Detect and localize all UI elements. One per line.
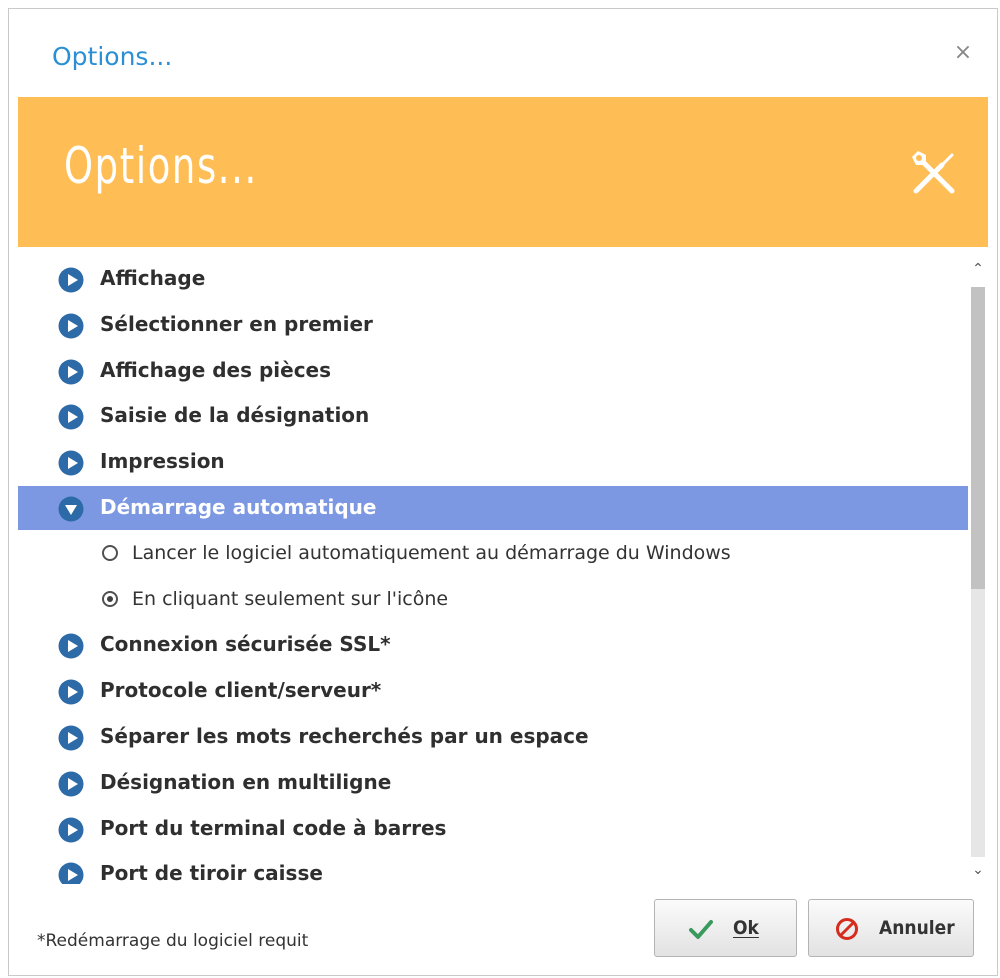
radio-option[interactable]: Lancer le logiciel automatiquement au dé… <box>18 532 968 576</box>
scroll-down-arrow-icon[interactable]: ⌄ <box>968 858 988 882</box>
cancel-button[interactable]: Annuler <box>808 899 974 957</box>
option-label: Démarrage automatique <box>100 495 377 519</box>
scroll-up-arrow-icon[interactable]: ⌃ <box>968 257 988 281</box>
collapsed-arrow-icon[interactable] <box>58 725 84 751</box>
option-label: Saisie de la désignation <box>100 403 370 428</box>
ok-button[interactable]: Ok <box>654 899 797 957</box>
radio-button[interactable] <box>102 544 118 561</box>
option-label: Affichage <box>100 266 206 290</box>
header-banner: Options... <box>18 97 988 247</box>
option-row[interactable]: Protocole client/serveur* <box>18 669 968 713</box>
radio-option[interactable]: En cliquant seulement sur l'icône <box>18 578 968 622</box>
option-row[interactable]: Séparer les mots recherchés par un espac… <box>18 715 968 759</box>
option-row[interactable]: Port de tiroir caisse <box>18 852 968 884</box>
close-button[interactable]: × <box>949 39 977 67</box>
tools-icon <box>912 151 955 194</box>
option-label: Impression <box>100 449 225 474</box>
option-row[interactable]: Sélectionner en premier <box>18 303 968 347</box>
option-label: Protocole client/serveur* <box>100 678 382 703</box>
option-row[interactable]: Désignation en multiligne <box>18 761 968 805</box>
collapsed-arrow-icon[interactable] <box>58 359 84 385</box>
option-row[interactable]: Affichage <box>18 257 968 301</box>
option-label: Port de tiroir caisse <box>100 861 323 884</box>
collapsed-arrow-icon[interactable] <box>58 267 84 293</box>
ok-button-label: Ok <box>733 917 759 939</box>
collapsed-arrow-icon[interactable] <box>58 771 84 797</box>
radio-button[interactable] <box>102 590 118 607</box>
radio-label: En cliquant seulement sur l'icône <box>132 587 449 610</box>
collapsed-arrow-icon[interactable] <box>58 862 84 884</box>
collapsed-arrow-icon[interactable] <box>58 313 84 339</box>
option-label: Port du terminal code à barres <box>100 815 447 840</box>
scroll-thumb[interactable] <box>971 287 985 589</box>
option-label: Connexion sécurisée SSL* <box>100 632 391 657</box>
title-bar: Options... × <box>9 9 997 97</box>
option-row[interactable]: Affichage des pièces <box>18 349 968 393</box>
prohibited-icon <box>836 918 858 940</box>
restart-note: *Redémarrage du logiciel requit <box>37 931 309 951</box>
window-title: Options... <box>52 42 173 71</box>
option-row[interactable]: Saisie de la désignation <box>18 394 968 438</box>
options-list: Affichage Sélectionner en premier Affichag… <box>18 247 968 884</box>
option-label: Affichage des pièces <box>100 357 332 382</box>
banner-title: Options... <box>64 137 258 195</box>
radio-label: Lancer le logiciel automatiquement au dé… <box>132 541 731 564</box>
option-row[interactable]: Connexion sécurisée SSL* <box>18 623 968 667</box>
collapsed-arrow-icon[interactable] <box>58 679 84 705</box>
option-label: Désignation en multiligne <box>100 769 392 794</box>
collapsed-arrow-icon[interactable] <box>58 404 84 430</box>
option-row[interactable]: Port du terminal code à barres <box>18 807 968 851</box>
option-label: Séparer les mots recherchés par un espac… <box>100 724 589 748</box>
option-row[interactable]: Impression <box>18 440 968 484</box>
cancel-button-label: Annuler <box>879 917 955 939</box>
collapsed-arrow-icon[interactable] <box>58 817 84 843</box>
option-label: Sélectionner en premier <box>100 311 373 336</box>
option-row[interactable]: Démarrage automatique <box>18 486 968 530</box>
options-dialog: Options... × Options... Affichage Sélecti… <box>8 8 998 976</box>
collapsed-arrow-icon[interactable] <box>58 450 84 476</box>
checkmark-icon <box>689 920 713 939</box>
expanded-arrow-icon[interactable] <box>58 496 84 522</box>
collapsed-arrow-icon[interactable] <box>58 633 84 659</box>
vertical-scrollbar[interactable]: ⌃ ⌄ <box>968 247 988 884</box>
